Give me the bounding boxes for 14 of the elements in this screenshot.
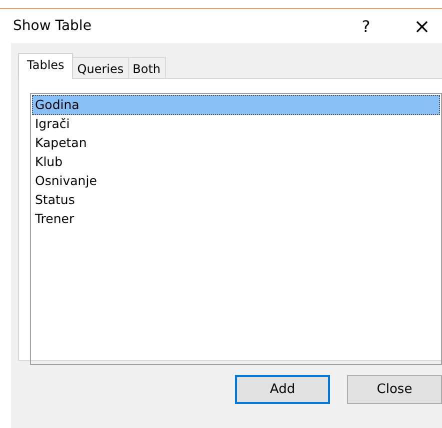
close-button[interactable]: × — [410, 11, 434, 41]
list-item[interactable]: Status — [32, 190, 440, 210]
list-item[interactable]: Igrači — [32, 114, 440, 134]
dialog-button[interactable]: Add — [235, 375, 330, 404]
dialog-button[interactable]: Close — [347, 375, 442, 404]
window-title: Show Table — [13, 18, 92, 34]
list-item[interactable]: Klub — [32, 152, 440, 172]
help-button[interactable]: ? — [356, 11, 376, 41]
list-item[interactable]: Trener — [32, 209, 440, 229]
tab[interactable]: Tables — [18, 53, 74, 79]
list-item[interactable]: Kapetan — [32, 133, 440, 153]
list-item[interactable]: Godina — [32, 95, 440, 115]
tab[interactable]: Both — [128, 57, 166, 79]
list-item[interactable]: Osnivanje — [32, 171, 440, 191]
